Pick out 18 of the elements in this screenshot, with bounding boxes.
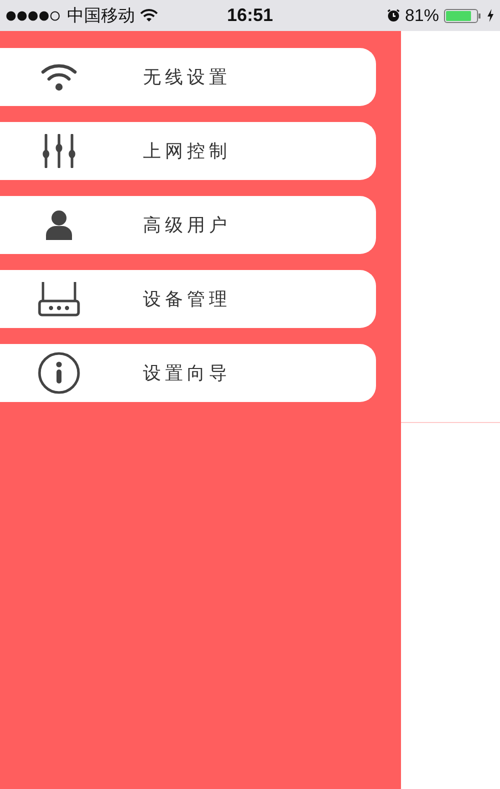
charging-bolt-icon: [487, 9, 494, 22]
wifi-icon: [140, 9, 158, 22]
battery-icon: [444, 8, 482, 22]
menu-item[interactable]: 高级用户: [0, 196, 376, 254]
router-icon: [36, 281, 80, 317]
sliders-icon: [40, 134, 76, 168]
carrier-name: 中国移动: [67, 5, 135, 27]
info-icon: [38, 352, 80, 394]
wifi-icon: [40, 62, 78, 92]
menu-item[interactable]: 上网控制: [0, 122, 376, 180]
alarm-icon: [386, 9, 400, 22]
battery-percent: 81%: [404, 6, 439, 26]
signal-icon: [6, 10, 62, 20]
menu-item[interactable]: 设备管理: [0, 270, 376, 328]
menu-item[interactable]: 设置向导: [0, 344, 376, 402]
menu-item[interactable]: 无线设置: [0, 48, 376, 106]
clock-time: 16:51: [226, 5, 274, 26]
person-icon: [44, 210, 72, 240]
